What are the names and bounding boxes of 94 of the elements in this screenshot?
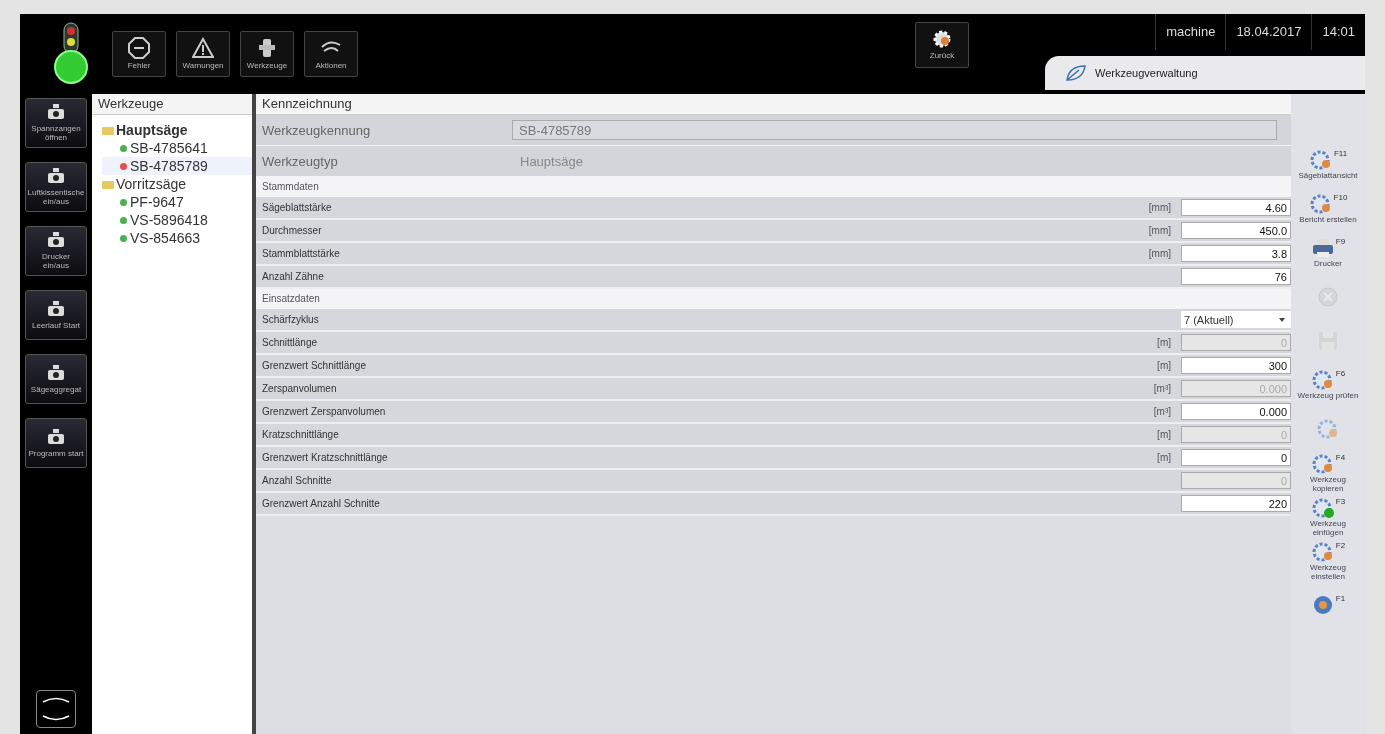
gear-icon (1316, 418, 1340, 440)
field-label: Grenzwert Zerspanvolumen (261, 406, 387, 417)
back-button[interactable]: Zurück (915, 22, 969, 68)
field-label: Schnittlänge (261, 337, 319, 348)
field-label: Sägeblattstärke (261, 202, 333, 213)
field-label: Werkzeugtyp (261, 153, 339, 169)
caret-icon (1279, 317, 1285, 322)
side-button[interactable]: Spannzangen öffnen (25, 98, 87, 148)
shortcut-key: F2 (1335, 540, 1346, 550)
toolbar-button[interactable]: F4 Werkzeug kopieren (1293, 452, 1363, 494)
tree-item[interactable]: VS-5896418 (102, 211, 252, 229)
gear-icon (1310, 540, 1335, 563)
shortcut-key: F6 (1335, 369, 1346, 379)
arc-icon (41, 715, 71, 721)
field-label: Grenzwert Anzahl Schnitte (261, 498, 381, 509)
field-label: Kratzschnittlänge (261, 429, 340, 440)
input-field[interactable]: 0 (1181, 449, 1291, 466)
panel-title: Kennzeichnung (256, 94, 1291, 115)
gear-icon (1310, 369, 1335, 392)
shortcut-key: F4 (1335, 452, 1346, 462)
shortcut-key: F1 (1335, 594, 1346, 603)
unit-label: [m] (1157, 452, 1171, 463)
unit-label: [mm] (1148, 225, 1171, 236)
field-label: Stammblattstärke (261, 248, 341, 259)
unit-label: [m³] (1153, 406, 1171, 417)
input-field[interactable]: 4.60 (1181, 199, 1291, 216)
field-label: Grenzwert Kratzschnittlänge (261, 452, 389, 463)
field-label: Anzahl Schnitte (261, 475, 333, 486)
tree-folder[interactable]: Vorritzsäge (102, 175, 252, 193)
folder-icon (102, 125, 114, 135)
toolbar-button[interactable]: F3 Werkzeug einfügen (1293, 496, 1363, 538)
folder-icon (102, 179, 114, 189)
gear-icon (1310, 496, 1335, 519)
tree-item[interactable]: SB-4785789 (102, 157, 252, 175)
input-field[interactable]: 0.000 (1181, 403, 1291, 420)
printer-icon (1310, 237, 1335, 260)
toolbar-button[interactable]: F6 Werkzeug prüfen (1293, 364, 1363, 406)
field-label: Zerspanvolumen (261, 383, 338, 394)
tree-item[interactable]: PF-9647 (102, 193, 252, 211)
gear-icon (932, 29, 952, 50)
toolbar-button[interactable]: Warnungen (176, 31, 230, 77)
unit-label: [m³] (1153, 383, 1171, 394)
toolbar-button[interactable]: F10 Bericht erstellen (1293, 188, 1363, 230)
tree-item[interactable]: VS-854663 (102, 229, 252, 247)
input-field[interactable]: 220 (1181, 495, 1291, 512)
field-label: Durchmesser (261, 225, 323, 236)
arc-icon (41, 697, 71, 703)
leaf-icon (1065, 64, 1087, 82)
unit-label: [mm] (1148, 248, 1171, 259)
shortcut-key: F9 (1335, 237, 1346, 247)
tree-folder[interactable]: Hauptsäge (102, 121, 252, 139)
toolbar-button[interactable]: Aktionen (304, 31, 358, 77)
tree-item[interactable]: SB-4785641 (102, 139, 252, 157)
field-label: Anzahl Zähne (261, 271, 325, 282)
toolbar-button[interactable]: Fehler (112, 31, 166, 77)
toolbar-button[interactable]: F9 Drucker (1293, 232, 1363, 274)
input-field[interactable]: 3.8 (1181, 245, 1291, 262)
tab[interactable]: Werkzeugverwaltung (1045, 56, 1365, 90)
unit-label: [m] (1157, 337, 1171, 348)
traffic-light-icon (53, 21, 89, 87)
shortcut-key: F3 (1335, 496, 1346, 506)
cancel-icon (1316, 286, 1340, 308)
toolbar-button[interactable]: F1 (1293, 584, 1363, 626)
time-label: 14:01 (1311, 14, 1365, 50)
field-label: Grenzwert Schnittlänge (261, 360, 367, 371)
gear-icon (1308, 149, 1333, 172)
toolbar-button[interactable]: F11 Sägeblattansicht (1293, 144, 1363, 186)
input-field[interactable]: 450.0 (1181, 222, 1291, 239)
side-button[interactable]: Drucker ein/aus (25, 226, 87, 276)
side-button[interactable]: Sägeaggregat (25, 354, 87, 404)
toolbar-button[interactable]: Werkzeuge (240, 31, 294, 77)
side-button[interactable]: Programm start (25, 418, 87, 468)
user-name: machine (1155, 14, 1226, 50)
dropdown[interactable]: 7 (Aktuell) (1181, 311, 1291, 328)
date-label: 18.04.2017 (1225, 14, 1312, 50)
input-field[interactable]: 300 (1181, 357, 1291, 374)
unit-label: [m] (1157, 360, 1171, 371)
field-label: Werkzeugkennung (261, 122, 372, 138)
section-header: Stammdaten (256, 177, 1291, 197)
input-field[interactable]: 76 (1181, 268, 1291, 285)
shortcut-key: F11 (1333, 149, 1348, 159)
warning-icon (192, 37, 214, 60)
stop-sign-icon (128, 37, 150, 60)
unit-label: [m] (1157, 429, 1171, 440)
panel-title: Werkzeuge (92, 94, 252, 115)
field-label: Schärfzyklus (261, 314, 320, 325)
shortcut-key: F10 (1333, 193, 1348, 203)
gear-icon (1308, 193, 1333, 216)
gear-icon (1310, 452, 1335, 475)
side-button[interactable]: Leerlauf Start (25, 290, 87, 340)
toolbar-button[interactable]: F2 Werkzeug einstellen (1293, 540, 1363, 582)
unit-label: [mm] (1148, 202, 1171, 213)
section-header: Einsatzdaten (256, 289, 1291, 309)
side-button[interactable]: Luftkissentische ein/aus (25, 162, 87, 212)
